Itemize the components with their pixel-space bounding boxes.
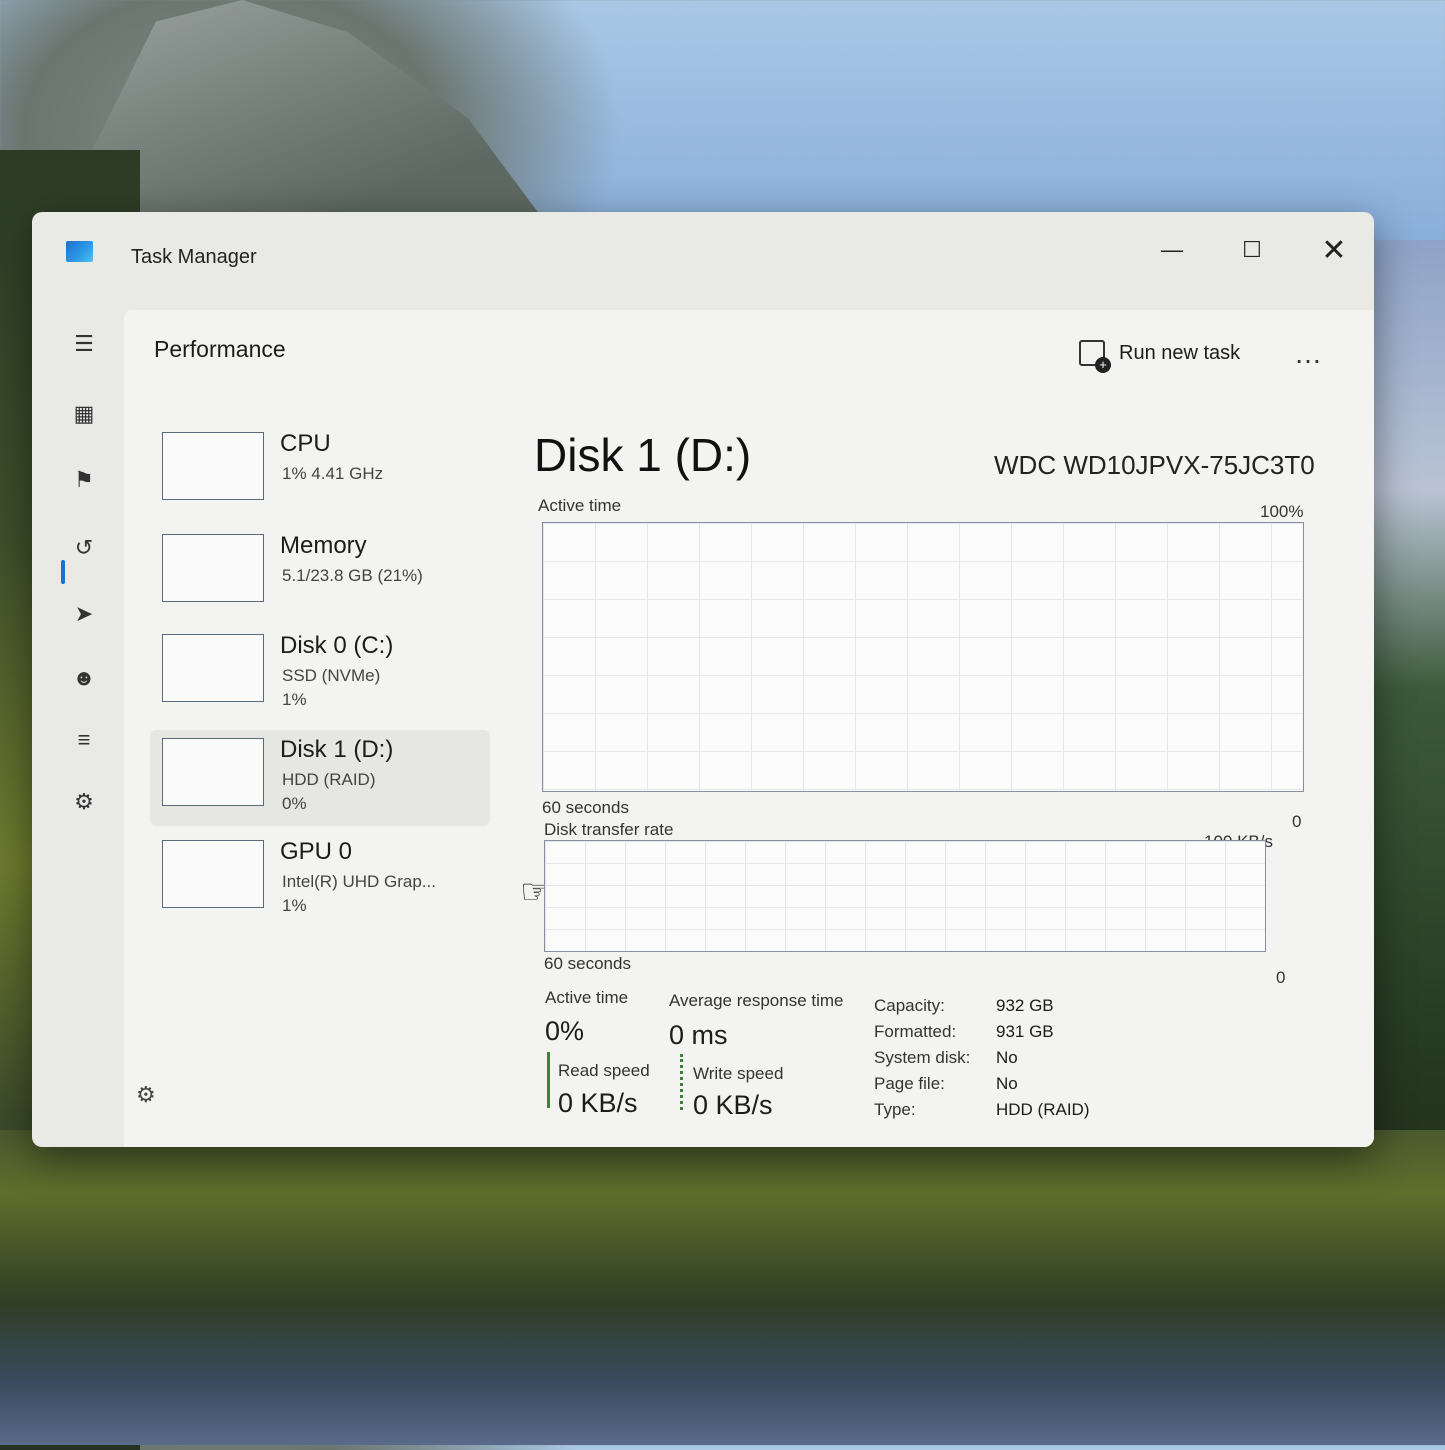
info-value: HDD (RAID): [996, 1100, 1090, 1119]
disk-model: WDC WD10JPVX-75JC3T0: [994, 450, 1315, 480]
performance-icon[interactable]: ⚑: [60, 458, 108, 502]
task-manager-logo-icon: [66, 241, 93, 262]
performance-page: Performance Run new task … CPU 1% 4.41 G…: [124, 310, 1374, 1147]
transfer-rate-chart-span: 60 seconds: [544, 954, 631, 973]
device-subtitle: 5.1/23.8 GB (21%): [282, 566, 423, 585]
read-speed-label: Read speed: [558, 1061, 650, 1080]
app-history-icon[interactable]: ↺: [60, 526, 108, 570]
run-task-icon: [1079, 340, 1111, 373]
info-key: Type:: [874, 1100, 916, 1119]
active-time-chart-min: 0: [1292, 812, 1302, 831]
transfer-rate-chart: [544, 840, 1266, 952]
transfer-rate-chart-min: 0: [1276, 968, 1286, 987]
detail-title: Disk 1 (D:): [534, 429, 752, 481]
settings-icon[interactable]: ⚙: [136, 1082, 156, 1108]
device-subtitle: SSD (NVMe): [282, 666, 381, 685]
startup-apps-icon[interactable]: ➤: [60, 592, 108, 636]
device-thumbnail-graph: [162, 534, 264, 602]
info-row-page-file: Page file: No: [874, 1074, 1018, 1094]
avg-response-value: 0 ms: [669, 1020, 728, 1050]
device-item-disk1[interactable]: Disk 1 (D:) HDD (RAID) 0%: [150, 730, 490, 826]
more-options-button[interactable]: …: [1294, 338, 1324, 370]
info-key: Formatted:: [874, 1022, 957, 1041]
device-name: GPU 0: [280, 838, 353, 865]
device-item-gpu0[interactable]: GPU 0 Intel(R) UHD Grap... 1%: [150, 832, 490, 928]
details-icon[interactable]: ≡: [60, 718, 108, 762]
device-usage: 1%: [282, 690, 307, 709]
info-key: Capacity:: [874, 996, 945, 1015]
active-time-chart: [542, 522, 1304, 792]
device-name: CPU: [280, 430, 331, 457]
info-row-type: Type: HDD (RAID): [874, 1100, 1090, 1120]
write-speed-indicator: [680, 1054, 683, 1110]
transfer-rate-chart-label: Disk transfer rate: [544, 820, 674, 839]
hamburger-icon[interactable]: ☰: [60, 322, 108, 366]
wallpaper-lake: [0, 1130, 1445, 1445]
services-icon[interactable]: ⚙: [60, 780, 108, 824]
close-button[interactable]: ✕: [1304, 232, 1364, 268]
info-row-system-disk: System disk: No: [874, 1048, 1018, 1068]
window-title: Task Manager: [131, 246, 257, 268]
device-thumbnail-graph: [162, 840, 264, 908]
device-thumbnail-graph: [162, 634, 264, 702]
read-speed-indicator: [547, 1052, 550, 1108]
write-speed-value: 0 KB/s: [693, 1090, 773, 1120]
device-name: Memory: [280, 532, 367, 559]
device-item-cpu[interactable]: CPU 1% 4.41 GHz: [150, 424, 490, 520]
active-time-chart-label: Active time: [538, 496, 622, 515]
info-value: No: [996, 1048, 1018, 1067]
run-new-task-button[interactable]: Run new task: [1079, 340, 1241, 373]
device-item-disk0[interactable]: Disk 0 (C:) SSD (NVMe) 1%: [150, 626, 490, 722]
info-value: No: [996, 1074, 1018, 1093]
active-time-chart-span: 60 seconds: [542, 798, 629, 817]
info-value: 932 GB: [996, 996, 1054, 1015]
users-icon[interactable]: ☻: [60, 656, 108, 700]
info-key: Page file:: [874, 1074, 945, 1093]
device-thumbnail-graph: [162, 738, 264, 806]
device-name: Disk 1 (D:): [280, 736, 394, 763]
info-row-formatted: Formatted: 931 GB: [874, 1022, 1054, 1042]
task-manager-window: Task Manager — ☐ ✕ ☰ ▦ ⚑ ↺ ➤ ☻ ≡ ⚙ Perfo…: [32, 212, 1374, 1147]
side-nav: ☰ ▦ ⚑ ↺ ➤ ☻ ≡ ⚙: [32, 304, 124, 1147]
info-row-capacity: Capacity: 932 GB: [874, 996, 1054, 1016]
active-time-value: 0%: [545, 1016, 585, 1046]
active-time-label: Active time: [545, 988, 629, 1007]
device-item-memory[interactable]: Memory 5.1/23.8 GB (21%): [150, 526, 490, 622]
avg-response-label: Average response time: [669, 991, 844, 1010]
active-time-chart-max: 100%: [1260, 502, 1304, 521]
device-subtitle: Intel(R) UHD Grap...: [282, 872, 436, 891]
minimize-button[interactable]: —: [1142, 232, 1202, 268]
write-speed-label: Write speed: [693, 1064, 784, 1083]
page-title: Performance: [154, 336, 286, 362]
title-bar[interactable]: Task Manager — ☐ ✕: [32, 212, 1374, 304]
info-value: 931 GB: [996, 1022, 1054, 1041]
read-speed-value: 0 KB/s: [558, 1088, 638, 1118]
device-usage: 1%: [282, 896, 307, 915]
device-subtitle: HDD (RAID): [282, 770, 376, 789]
info-key: System disk:: [874, 1048, 971, 1067]
device-usage: 0%: [282, 794, 307, 813]
device-thumbnail-graph: [162, 432, 264, 500]
device-subtitle: 1% 4.41 GHz: [282, 464, 384, 483]
processes-icon[interactable]: ▦: [60, 392, 108, 436]
run-new-task-label: Run new task: [1119, 341, 1241, 364]
device-name: Disk 0 (C:): [280, 632, 394, 659]
maximize-button[interactable]: ☐: [1222, 232, 1282, 268]
